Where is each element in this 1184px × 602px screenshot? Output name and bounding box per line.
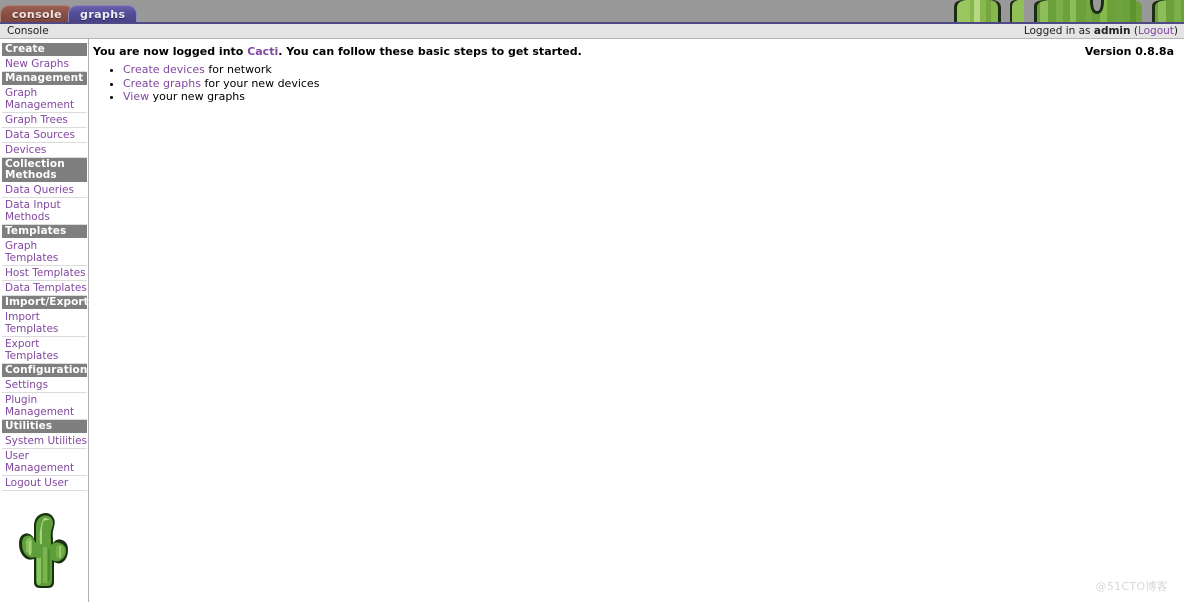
sidebar-item-export-templates[interactable]: Export Templates — [2, 337, 87, 364]
tab-console-label: console — [12, 7, 63, 21]
sidebar-section-management: Management — [2, 72, 87, 86]
step-text: for your new devices — [200, 76, 320, 90]
cacti-link[interactable]: Cacti — [247, 45, 278, 58]
sidebar-section-create: Create — [2, 43, 87, 57]
login-status: Logged in as admin (Logout) — [1024, 25, 1178, 37]
sidebar-item-user-management[interactable]: User Management — [2, 449, 87, 476]
step-text: for network — [204, 63, 272, 76]
list-item: Create graphs for your new devices — [123, 76, 1176, 91]
page-body: Create New Graphs Management Graph Manag… — [0, 39, 1184, 602]
sidebar-item-plugin-management[interactable]: Plugin Management — [2, 393, 87, 420]
sidebar-item-system-utilities[interactable]: System Utilities — [2, 434, 87, 449]
cactus-banner-image — [940, 0, 1184, 22]
cactus-logo-wrapper — [2, 491, 87, 589]
tab-graphs-label: graphs — [80, 7, 126, 21]
main-content: You are now logged into Cacti. You can f… — [89, 39, 1184, 602]
sidebar-item-import-templates[interactable]: Import Templates — [2, 310, 87, 337]
sidebar-item-data-input-methods[interactable]: Data Input Methods — [2, 198, 87, 225]
getting-started-steps: Create devices for network Create graphs… — [93, 63, 1176, 104]
breadcrumb-bar: Console Logged in as admin (Logout) — [0, 24, 1184, 39]
sidebar-section-templates: Templates — [2, 225, 87, 239]
create-devices-link[interactable]: Create devices — [123, 63, 205, 76]
tab-console[interactable]: console — [0, 5, 75, 22]
sidebar-item-host-templates[interactable]: Host Templates — [2, 266, 87, 281]
sidebar-item-devices[interactable]: Devices — [2, 143, 87, 158]
list-item: Create devices for network — [123, 63, 1176, 77]
welcome-text-prefix: You are now logged into — [93, 45, 248, 58]
sidebar-menu: Create New Graphs Management Graph Manag… — [2, 43, 89, 491]
cactus-logo — [18, 513, 68, 588]
header-bar: console graphs — [0, 0, 1184, 22]
username-label: admin — [1093, 25, 1131, 37]
sidebar: Create New Graphs Management Graph Manag… — [0, 39, 89, 602]
welcome-text-suffix: . You can follow these basic steps to ge… — [278, 45, 582, 58]
sidebar-item-new-graphs[interactable]: New Graphs — [2, 57, 87, 72]
sidebar-item-graph-templates[interactable]: Graph Templates — [2, 239, 87, 266]
list-item: View your new graphs — [123, 90, 1176, 104]
breadcrumb: Console — [7, 25, 49, 37]
sidebar-section-configuration: Configuration — [2, 364, 87, 378]
sidebar-section-collection-methods: Collection Methods — [2, 158, 87, 183]
sidebar-section-utilities: Utilities — [2, 420, 87, 434]
tab-graphs[interactable]: graphs — [68, 5, 138, 22]
sidebar-item-logout-user[interactable]: Logout User — [2, 476, 87, 491]
sidebar-item-graph-management[interactable]: Graph Management — [2, 86, 87, 113]
view-graphs-link[interactable]: View — [123, 90, 149, 103]
logout-link[interactable]: Logout — [1138, 25, 1174, 37]
sidebar-item-data-sources[interactable]: Data Sources — [2, 128, 87, 143]
sidebar-item-graph-trees[interactable]: Graph Trees — [2, 113, 87, 128]
logout-paren-close: ) — [1173, 25, 1178, 37]
sidebar-item-data-queries[interactable]: Data Queries — [2, 183, 87, 198]
sidebar-item-settings[interactable]: Settings — [2, 378, 87, 393]
version-label: Version 0.8.8a — [1084, 45, 1174, 58]
content-header-row: You are now logged into Cacti. You can f… — [93, 45, 1176, 59]
step-text: your new graphs — [149, 90, 245, 103]
logged-in-label: Logged in as — [1023, 25, 1091, 37]
watermark: @51CTO博客 — [1095, 580, 1168, 593]
welcome-message: You are now logged into Cacti. You can f… — [93, 45, 582, 59]
main-tabs: console graphs — [0, 0, 138, 22]
create-graphs-link[interactable]: Create graphs — [123, 77, 201, 90]
sidebar-section-import-export: Import/Export — [2, 296, 89, 310]
sidebar-item-data-templates[interactable]: Data Templates — [2, 281, 87, 296]
